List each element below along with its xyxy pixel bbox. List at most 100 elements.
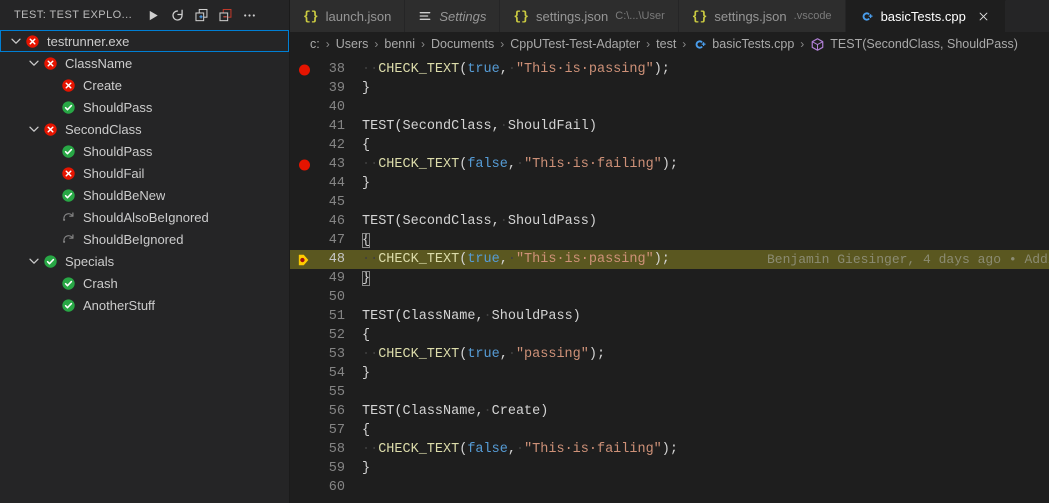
breadcrumb-item-c-[interactable]: c:	[308, 37, 322, 51]
code-line-text[interactable]: ··CHECK_TEXT(false,·"This·is·failing");	[362, 440, 1049, 459]
chevron-down-icon[interactable]	[26, 52, 42, 74]
code-line-text[interactable]: TEST(SecondClass,·ShouldPass)	[362, 212, 1049, 231]
editor-gutter[interactable]: 57	[290, 421, 362, 440]
breadcrumb-item-documents[interactable]: Documents	[429, 37, 496, 51]
breadcrumb-item-cpputest-test-adapter[interactable]: CppUTest-Test-Adapter	[508, 37, 642, 51]
editor-tab-basictests-cpp[interactable]: basicTests.cpp	[845, 0, 1006, 32]
editor-gutter[interactable]: 38	[290, 60, 362, 79]
test-tree-item-classname[interactable]: ClassName	[0, 52, 289, 74]
code-line[interactable]: 58 ··CHECK_TEXT(false,·"This·is·failing")…	[290, 440, 1049, 459]
editor-gutter[interactable]: 44	[290, 174, 362, 193]
expand-all-button[interactable]	[190, 4, 212, 26]
code-line[interactable]: 40	[290, 98, 1049, 117]
code-line[interactable]: 50	[290, 288, 1049, 307]
chevron-down-icon[interactable]	[26, 250, 42, 272]
code-line[interactable]: 48 ··CHECK_TEXT(true,·"This·is·passing");…	[290, 250, 1049, 269]
editor-tab-settings-json[interactable]: {} settings.json .vscode	[678, 0, 846, 32]
chevron-down-icon[interactable]	[26, 118, 42, 140]
code-line-text[interactable]: ··CHECK_TEXT(true,·"This·is·passing");	[362, 60, 1049, 79]
editor-gutter[interactable]: 59	[290, 459, 362, 478]
code-line[interactable]: 38 ··CHECK_TEXT(true,·"This·is·passing");	[290, 60, 1049, 79]
editor-gutter[interactable]: 51	[290, 307, 362, 326]
code-line-text[interactable]: }	[362, 269, 1049, 288]
test-tree-item-crash[interactable]: Crash	[0, 272, 289, 294]
code-line[interactable]: 51 TEST(ClassName,·ShouldPass)	[290, 307, 1049, 326]
code-line[interactable]: 60	[290, 478, 1049, 497]
editor-gutter[interactable]: 42	[290, 136, 362, 155]
close-icon[interactable]	[976, 9, 992, 25]
test-tree-item-create[interactable]: Create	[0, 74, 289, 96]
editor-gutter[interactable]: 50	[290, 288, 362, 307]
editor-gutter[interactable]: 43	[290, 155, 362, 174]
editor-tab-settings-json[interactable]: {} settings.json C:\...\User	[500, 0, 679, 32]
reload-tests-button[interactable]	[166, 4, 188, 26]
editor-gutter[interactable]: 58	[290, 440, 362, 459]
code-line-text[interactable]: {	[362, 421, 1049, 440]
test-tree-item-shouldalsobeignored[interactable]: ShouldAlsoBeIgnored	[0, 206, 289, 228]
code-line[interactable]: 42 {	[290, 136, 1049, 155]
run-all-tests-button[interactable]	[142, 4, 164, 26]
editor-gutter[interactable]: 48	[290, 250, 362, 269]
debug-current-line-icon[interactable]	[297, 253, 311, 267]
code-line[interactable]: 41 TEST(SecondClass,·ShouldFail)	[290, 117, 1049, 136]
code-line-text[interactable]: TEST(SecondClass,·ShouldFail)	[362, 117, 1049, 136]
editor-gutter[interactable]: 49	[290, 269, 362, 288]
breadcrumb-item-users[interactable]: Users	[334, 37, 371, 51]
code-line-text[interactable]: }	[362, 79, 1049, 98]
code-line-text[interactable]: ··CHECK_TEXT(true,·"passing");	[362, 345, 1049, 364]
editor-gutter[interactable]: 46	[290, 212, 362, 231]
editor-gutter[interactable]: 47	[290, 231, 362, 250]
editor-gutter[interactable]: 53	[290, 345, 362, 364]
code-line-text[interactable]: ··CHECK_TEXT(false,·"This·is·failing");	[362, 155, 1049, 174]
code-line[interactable]: 54}	[290, 364, 1049, 383]
chevron-down-icon[interactable]	[8, 30, 24, 52]
code-line[interactable]: 43 ··CHECK_TEXT(false,·"This·is·failing")…	[290, 155, 1049, 174]
editor-tab-settings[interactable]: Settings	[405, 0, 501, 32]
breakpoint-icon[interactable]	[299, 64, 310, 75]
test-tree-item-secondclass[interactable]: SecondClass	[0, 118, 289, 140]
test-tree-item-testrunner-exe[interactable]: testrunner.exe	[0, 30, 289, 52]
breadcrumb-item-test[interactable]: test	[654, 37, 678, 51]
code-editor[interactable]: 37{38··CHECK_TEXT(true,·"This·is·passing…	[290, 56, 1049, 503]
code-line[interactable]: 39}	[290, 79, 1049, 98]
code-line-text[interactable]: TEST(ClassName,·ShouldPass)	[362, 307, 1049, 326]
more-actions-button[interactable]	[238, 4, 260, 26]
breadcrumb-item-benni[interactable]: benni	[382, 37, 417, 51]
code-line-text[interactable]: {	[362, 136, 1049, 155]
editor-gutter[interactable]: 52	[290, 326, 362, 345]
code-line-text[interactable]: TEST(ClassName,·Create)	[362, 402, 1049, 421]
editor-gutter[interactable]: 40	[290, 98, 362, 117]
code-line-text[interactable]: }	[362, 174, 1049, 193]
breadcrumb-item-basictests-cpp[interactable]: basicTests.cpp	[690, 37, 796, 52]
breakpoint-icon[interactable]	[299, 159, 310, 170]
code-line-text[interactable]: }	[362, 364, 1049, 383]
editor-gutter[interactable]: 45	[290, 193, 362, 212]
test-tree-item-shouldpass[interactable]: ShouldPass	[0, 96, 289, 118]
collapse-all-button[interactable]	[214, 4, 236, 26]
editor-gutter[interactable]: 39	[290, 79, 362, 98]
code-line[interactable]: 45	[290, 193, 1049, 212]
code-line[interactable]: 56 TEST(ClassName,·Create)	[290, 402, 1049, 421]
test-tree-item-shouldpass[interactable]: ShouldPass	[0, 140, 289, 162]
editor-gutter[interactable]: 60	[290, 478, 362, 497]
code-line[interactable]: 55	[290, 383, 1049, 402]
code-line[interactable]: 53 ··CHECK_TEXT(true,·"passing");	[290, 345, 1049, 364]
code-line[interactable]: 49}	[290, 269, 1049, 288]
test-tree-item-shouldbenew[interactable]: ShouldBeNew	[0, 184, 289, 206]
code-line[interactable]: 52 {	[290, 326, 1049, 345]
code-line-text[interactable]: {	[362, 231, 1049, 250]
editor-gutter[interactable]: 56	[290, 402, 362, 421]
code-line-text[interactable]: ··CHECK_TEXT(true,·"This·is·passing"); Be…	[362, 250, 1049, 269]
code-line-text[interactable]: }	[362, 459, 1049, 478]
test-tree-item-shouldbeignored[interactable]: ShouldBeIgnored	[0, 228, 289, 250]
code-line[interactable]: 44}	[290, 174, 1049, 193]
test-tree-item-anotherstuff[interactable]: AnotherStuff	[0, 294, 289, 316]
editor-gutter[interactable]: 55	[290, 383, 362, 402]
editor-tab-launch-json[interactable]: {} launch.json	[290, 0, 406, 32]
code-line[interactable]: 59}	[290, 459, 1049, 478]
editor-gutter[interactable]: 41	[290, 117, 362, 136]
breadcrumb-item-test-secondclass-shouldpass-[interactable]: TEST(SecondClass, ShouldPass)	[808, 37, 1020, 52]
editor-gutter[interactable]: 54	[290, 364, 362, 383]
code-line[interactable]: 57 {	[290, 421, 1049, 440]
test-tree-item-specials[interactable]: Specials	[0, 250, 289, 272]
